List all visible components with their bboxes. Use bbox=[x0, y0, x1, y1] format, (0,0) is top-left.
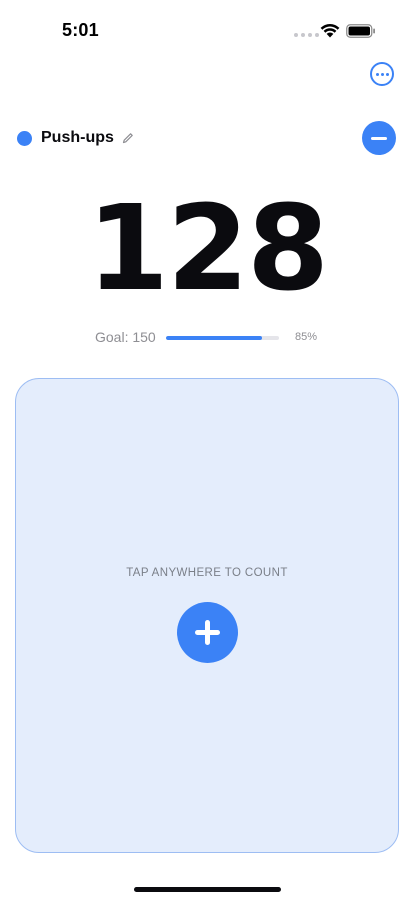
goal-progress-fill bbox=[166, 336, 263, 340]
tap-to-count-area[interactable]: TAP ANYWHERE TO COUNT bbox=[15, 378, 399, 853]
counter-color-dot bbox=[17, 130, 32, 146]
ellipsis-circle-icon bbox=[375, 72, 379, 76]
signal-dots-icon bbox=[294, 33, 319, 37]
goal-row: Goal: 150 85% bbox=[95, 329, 335, 347]
status-bar: 5:01 bbox=[0, 0, 414, 60]
more-options-button[interactable] bbox=[370, 62, 394, 86]
counter-name[interactable]: Push-ups bbox=[41, 129, 114, 147]
goal-percent: 85% bbox=[295, 331, 318, 343]
decrement-button[interactable] bbox=[362, 121, 396, 155]
wifi-icon bbox=[320, 23, 340, 38]
tap-hint: TAP ANYWHERE TO COUNT bbox=[126, 567, 288, 579]
status-time: 5:01 bbox=[62, 20, 99, 40]
counter-header: Push-ups bbox=[17, 128, 134, 148]
goal-label[interactable]: Goal: 150 bbox=[95, 329, 156, 345]
goal-progress-bar bbox=[166, 336, 279, 340]
increment-button[interactable] bbox=[177, 602, 238, 663]
count-value: 128 bbox=[86, 179, 329, 317]
battery-icon bbox=[346, 24, 375, 38]
pencil-icon[interactable] bbox=[122, 132, 134, 144]
home-indicator[interactable] bbox=[134, 887, 281, 892]
